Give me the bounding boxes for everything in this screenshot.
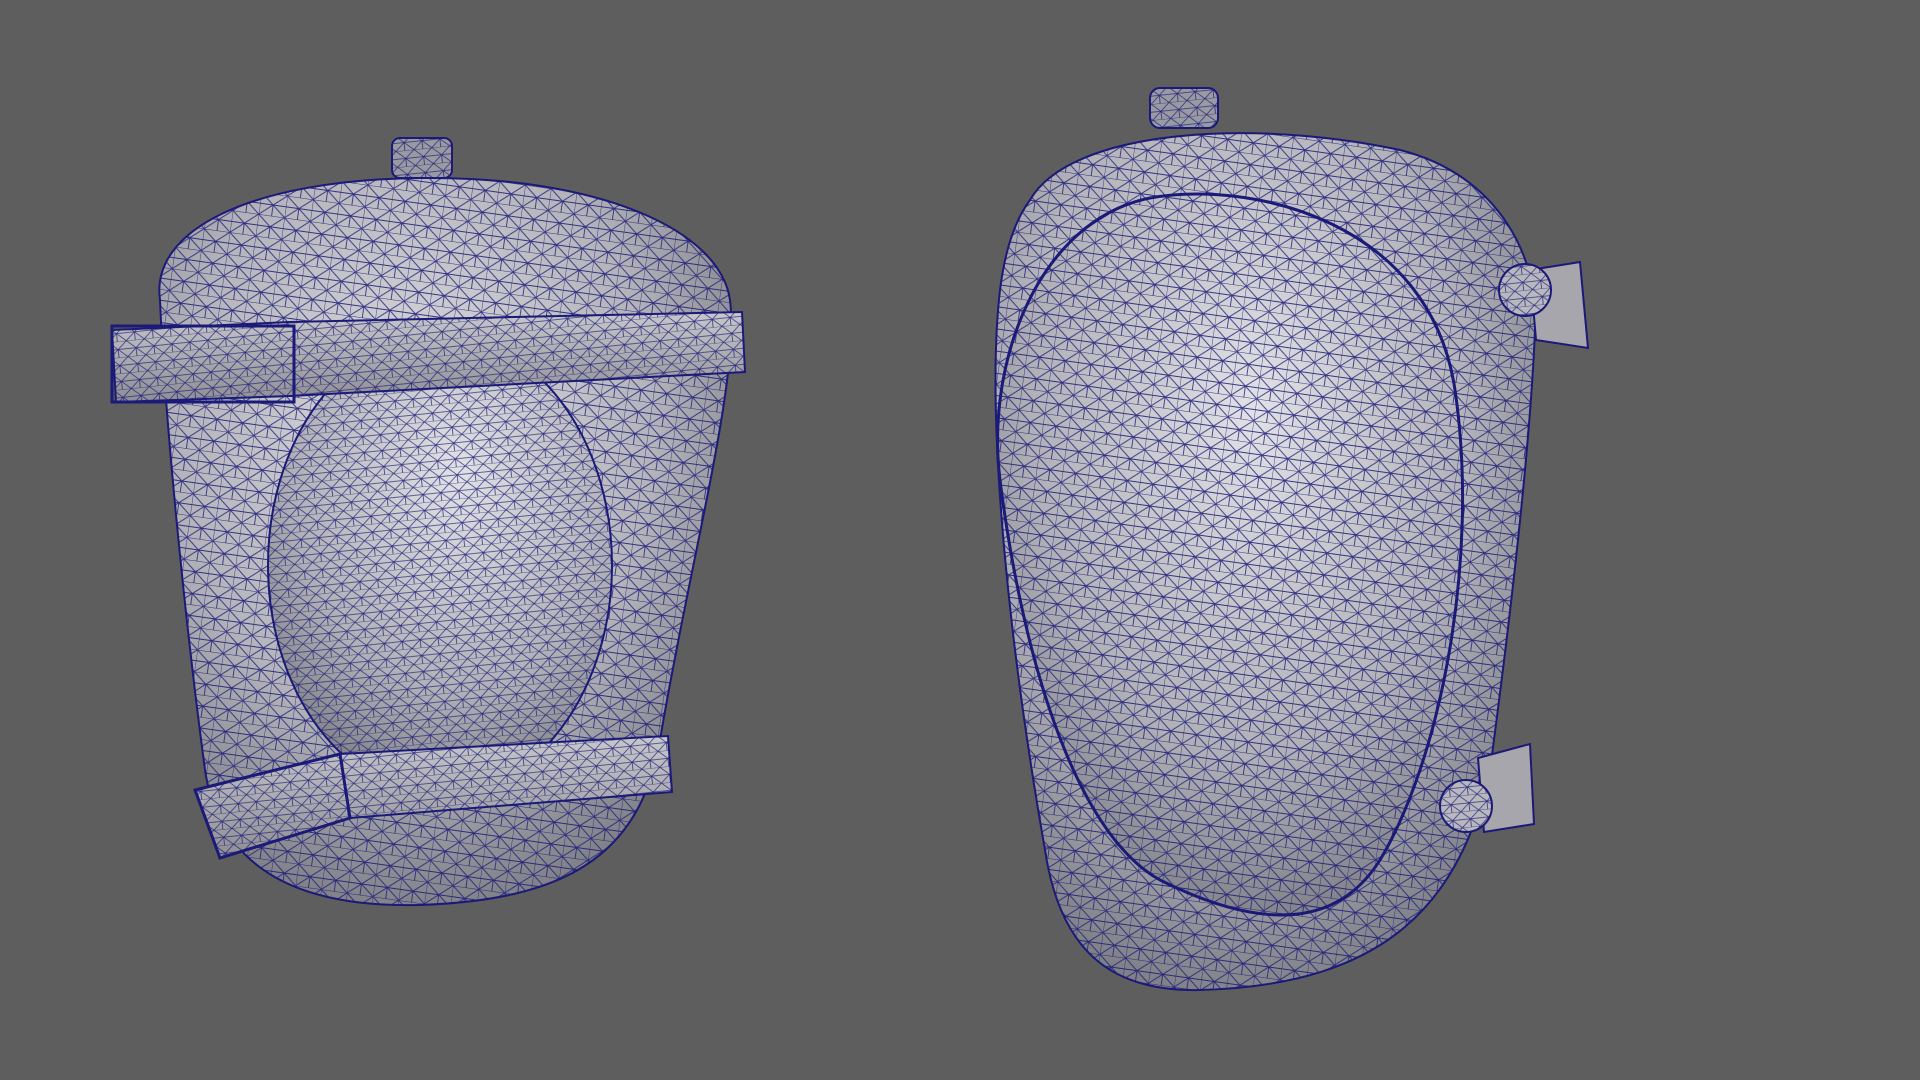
inner-pad[interactable] xyxy=(267,334,613,796)
viewport-canvas[interactable] xyxy=(0,0,1920,1080)
knee-pad-outer-view[interactable] xyxy=(994,87,1590,992)
top-tab[interactable] xyxy=(391,137,453,179)
3d-viewport[interactable] xyxy=(0,0,1920,1080)
top-tab[interactable] xyxy=(1149,87,1219,129)
knee-pad-inner-view[interactable] xyxy=(110,137,747,907)
